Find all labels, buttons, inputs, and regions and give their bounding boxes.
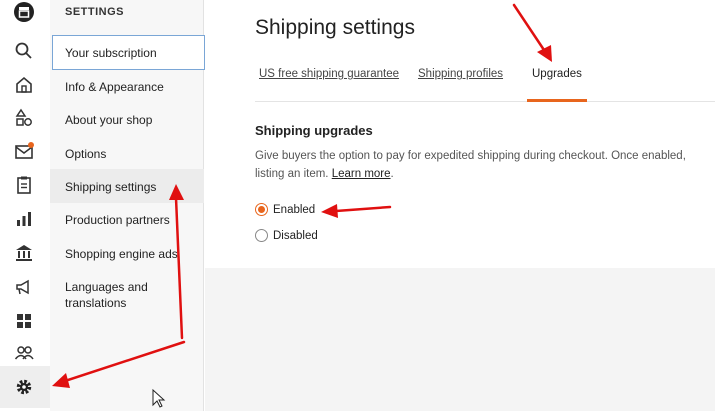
radio-disabled-control[interactable] — [255, 229, 268, 242]
home-icon[interactable] — [13, 74, 35, 96]
learn-more-link[interactable]: Learn more — [332, 168, 391, 180]
subnav-title: SETTINGS — [65, 6, 125, 18]
radio-enabled-control[interactable] — [255, 203, 268, 216]
description-line-2: listing an item. — [255, 168, 329, 180]
messages-icon[interactable] — [13, 141, 35, 163]
radio-disabled-label: Disabled — [273, 229, 318, 242]
subnav-item-options[interactable]: Options — [50, 146, 204, 162]
search-icon[interactable] — [13, 40, 35, 62]
listings-icon[interactable] — [13, 107, 35, 129]
content-footer-area — [205, 268, 715, 411]
subnav-item-your-subscription[interactable]: Your subscription — [52, 35, 205, 70]
integrations-icon[interactable] — [13, 310, 35, 332]
marketing-icon[interactable] — [13, 276, 35, 298]
radio-disabled[interactable]: Disabled — [255, 229, 318, 242]
tab-upgrades[interactable]: Upgrades — [532, 68, 582, 80]
radio-enabled[interactable]: Enabled — [255, 203, 315, 216]
subnav-item-production-partners[interactable]: Production partners — [50, 212, 204, 228]
settings-icon[interactable] — [13, 376, 35, 398]
subnav-item-languages-translations[interactable]: Languages and translations — [50, 279, 170, 311]
stats-icon[interactable] — [13, 208, 35, 230]
description-period: . — [390, 168, 394, 180]
radio-enabled-label: Enabled — [273, 203, 316, 216]
subnav-item-about-your-shop[interactable]: About your shop — [50, 112, 204, 128]
shipping-tabs: US free shipping guarantee Shipping prof… — [255, 68, 715, 102]
main-content: Shipping settings US free shipping guara… — [205, 0, 715, 411]
icon-rail — [0, 0, 50, 411]
community-icon[interactable] — [13, 342, 35, 364]
orders-icon[interactable] — [13, 174, 35, 196]
settings-subnav: SETTINGS Your subscription Info & Appear… — [50, 0, 205, 411]
subnav-item-shopping-engine-ads[interactable]: Shopping engine ads — [50, 246, 204, 262]
active-tab-indicator — [527, 99, 587, 102]
subnav-item-shipping-settings[interactable]: Shipping settings — [50, 169, 204, 203]
tab-us-free-shipping-guarantee[interactable]: US free shipping guarantee — [259, 68, 399, 80]
page-title: Shipping settings — [255, 16, 415, 39]
description-line-1: Give buyers the option to pay for expedi… — [255, 150, 686, 162]
shop-icon[interactable] — [13, 1, 35, 23]
tab-shipping-profiles[interactable]: Shipping profiles — [418, 68, 503, 80]
section-description: Give buyers the option to pay for expedi… — [255, 147, 715, 183]
finances-icon[interactable] — [13, 242, 35, 264]
section-title: Shipping upgrades — [255, 123, 373, 138]
subnav-item-info-appearance[interactable]: Info & Appearance — [50, 79, 204, 95]
